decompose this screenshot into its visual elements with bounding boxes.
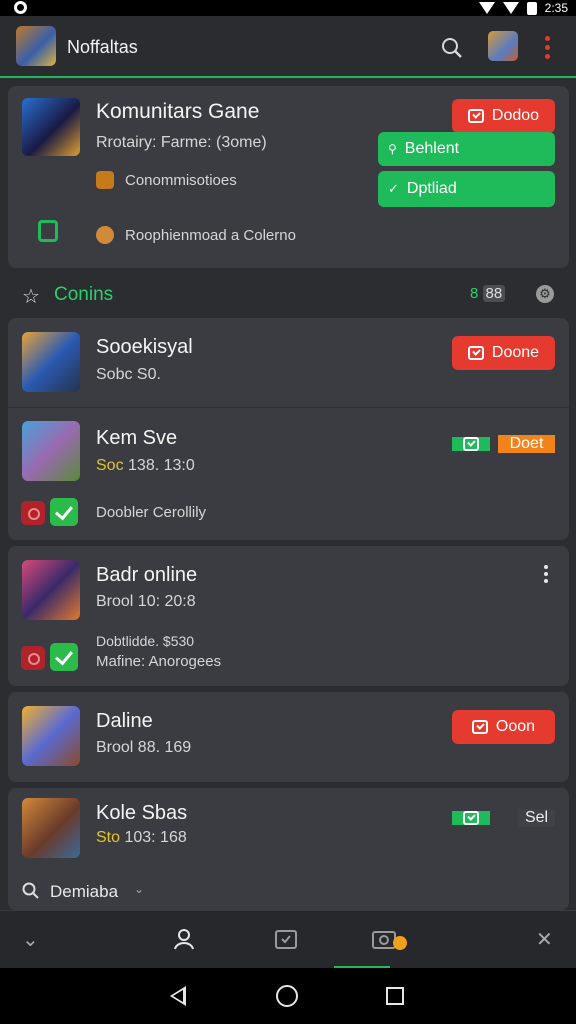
feature-line: Conommisotioes — [125, 172, 237, 189]
game-title: Kem Sve — [96, 427, 178, 449]
page-title: Noffaltas — [67, 37, 138, 57]
featured-action-button[interactable]: Dodoo — [452, 99, 555, 133]
game-action-button[interactable]: Doone — [452, 336, 555, 370]
game-stats: Soc 138. 13:0 — [96, 457, 195, 474]
people-icon[interactable] — [172, 927, 196, 951]
star-icon: ☆ — [22, 286, 40, 308]
featured-game-card[interactable]: Komunitars Gane Rrotairy: Farme: (3ome) … — [8, 86, 569, 268]
game-stats: Sto 103: 168 — [96, 829, 187, 846]
game-group-card: Sooekisyal Sobc S0. Doone Kem Sve Soc 13… — [8, 318, 569, 540]
more-options-icon[interactable] — [542, 565, 550, 586]
check-box-icon — [471, 720, 488, 734]
game-title: Kole Sbas — [96, 802, 188, 824]
game-title: Komunitars Gane — [96, 100, 260, 123]
coin-icon — [96, 226, 114, 244]
battery-icon — [526, 1, 537, 15]
bottom-tab-bar: ⌄ ✕ — [0, 910, 576, 969]
game-thumbnail — [22, 798, 80, 858]
status-time: 2:35 — [544, 1, 568, 15]
settings-icon[interactable]: ⚙ — [536, 285, 554, 303]
check-box-icon — [463, 437, 479, 451]
sort-dropdown[interactable]: Demiaba ⌄ — [12, 876, 152, 906]
reject-icon[interactable] — [21, 501, 45, 525]
check-box-icon — [463, 811, 479, 825]
check-box-icon — [467, 346, 484, 360]
camera-icon[interactable] — [372, 927, 408, 953]
grid-icon — [38, 220, 58, 242]
dptliad-button[interactable]: ✓ Dptliad — [378, 171, 555, 207]
game-thumbnail — [22, 98, 80, 156]
list-item[interactable]: Daline Brool 88. 169 Ooon — [8, 692, 569, 782]
list-item[interactable]: Badr online Brool 10: 20:8 Dobtlidde. $5… — [8, 546, 569, 686]
list-item[interactable]: Kem Sve Soc 138. 13:0 Doet Doobler Cerol… — [8, 409, 569, 540]
game-detail: Mafine: Anorogees — [96, 653, 222, 670]
game-title: Sooekisyal — [96, 336, 193, 358]
game-thumbnail — [22, 706, 80, 766]
behlent-button[interactable]: ⚲ Behlent — [378, 132, 555, 166]
game-title: Badr online — [96, 564, 198, 586]
signal-icon — [502, 2, 519, 14]
close-icon[interactable]: ✕ — [536, 927, 553, 952]
back-icon[interactable] — [170, 986, 186, 1006]
game-thumbnail — [22, 421, 80, 481]
collapse-chevron-icon[interactable]: ⌄ — [22, 927, 39, 952]
game-thumbnail — [22, 560, 80, 620]
sort-label: Demiaba — [50, 882, 119, 901]
chevron-down-icon: ⌄ — [134, 882, 145, 896]
game-thumbnail — [22, 332, 80, 392]
home-icon[interactable] — [276, 985, 298, 1007]
game-detail: Dobtlidde. $530 — [96, 633, 195, 649]
pin-icon: ⚲ — [388, 142, 397, 156]
app-logo — [16, 26, 56, 66]
check-box-icon — [467, 109, 484, 123]
check-icon: ✓ — [388, 181, 399, 196]
game-extra: Doobler Cerollily — [96, 504, 207, 521]
overflow-menu-icon[interactable] — [540, 34, 554, 62]
game-stats: Sobc S0. — [96, 366, 161, 383]
status-bar: 2:35 — [0, 0, 576, 16]
game-action-button[interactable]: Ooon — [452, 710, 555, 744]
game-stats: Brool 88. 169 — [96, 739, 192, 756]
game-action-button[interactable]: Doet — [452, 427, 555, 461]
search-icon[interactable] — [441, 37, 463, 59]
game-action-button[interactable]: Sel — [452, 801, 555, 835]
approve-icon[interactable] — [50, 498, 78, 526]
section-title: Conins — [54, 284, 114, 305]
feature-line: Roophienmoad a Colerno — [125, 227, 296, 244]
approve-icon[interactable] — [50, 643, 78, 671]
badge-icon — [96, 171, 114, 189]
notification-icon — [14, 1, 27, 14]
shield-icon[interactable] — [274, 927, 298, 951]
game-title: Daline — [96, 710, 153, 732]
section-header: ☆ Conins 8 88 ⚙ — [0, 276, 576, 312]
avatar[interactable] — [488, 31, 518, 61]
system-nav-bar — [0, 968, 576, 1024]
app-bar: Noffaltas — [0, 16, 576, 78]
search-icon — [22, 882, 39, 899]
game-subtitle: Rrotairy: Farme: (3ome) — [96, 134, 267, 151]
section-count: 8 88 — [470, 285, 506, 302]
list-item[interactable]: Sooekisyal Sobc S0. Doone — [8, 318, 569, 408]
reject-icon[interactable] — [21, 646, 45, 670]
game-stats: Brool 10: 20:8 — [96, 593, 196, 610]
wifi-icon — [478, 2, 495, 14]
recent-apps-icon[interactable] — [386, 987, 404, 1005]
